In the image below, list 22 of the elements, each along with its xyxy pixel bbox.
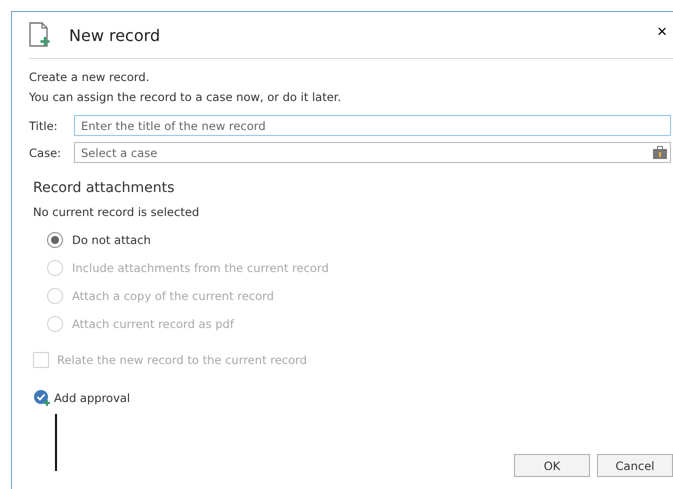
radio-label: Attach a copy of the current record [72, 289, 274, 303]
radio-label: Include attachments from the current record [72, 261, 329, 275]
check-badge-icon [33, 389, 51, 407]
radio-label: Do not attach [72, 233, 151, 247]
checkbox-label: Relate the new record to the current record [57, 353, 307, 367]
field-label: Title: [29, 118, 59, 132]
intro-text: You can assign the record to a case now, or do it later. [29, 89, 342, 106]
intro-text: Create a new record. [29, 69, 150, 86]
input-field[interactable]: Select a case [74, 142, 671, 163]
cancel-button[interactable]: Cancel [597, 454, 673, 477]
field-label: Case: [29, 146, 62, 160]
window-title: New record [69, 26, 160, 44]
radio-button[interactable] [47, 232, 63, 248]
input-field[interactable]: Enter the title of the new record [74, 115, 671, 136]
section-heading: Record attachments [33, 180, 176, 196]
briefcase-icon[interactable] [653, 146, 667, 159]
radio-label: Attach current record as pdf [72, 317, 234, 331]
close-button[interactable]: × [653, 22, 671, 42]
ok-button[interactable]: OK [514, 454, 590, 477]
status-text: No current record is selected [33, 204, 200, 221]
new-document-icon [29, 22, 51, 48]
add-approval-link[interactable]: Add approval [54, 388, 130, 408]
